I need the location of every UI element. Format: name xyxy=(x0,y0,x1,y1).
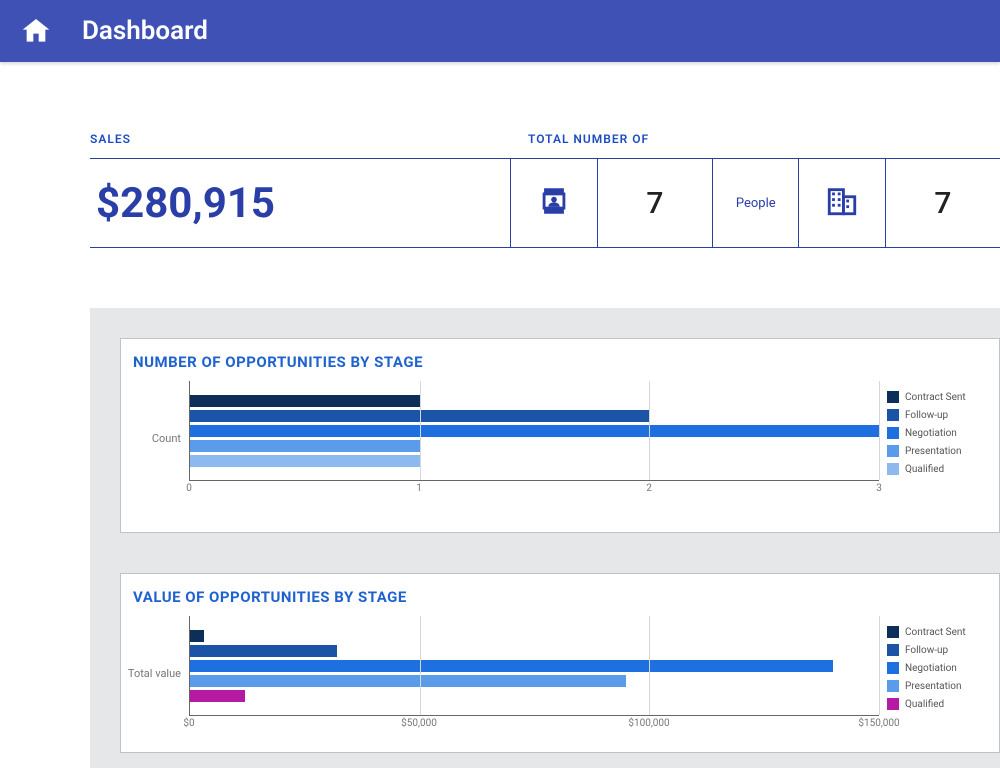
chart-title: VALUE OF OPPORTUNITIES BY STAGE xyxy=(121,588,999,616)
legend-label: Contract Sent xyxy=(905,392,966,403)
x-axis: 0 1 2 3 xyxy=(189,481,879,495)
building-icon xyxy=(825,184,859,222)
legend-label: Follow-up xyxy=(905,410,948,421)
stats-section: SALES TOTAL NUMBER OF $280,915 7 People xyxy=(0,62,1000,248)
x-tick: 1 xyxy=(416,483,422,494)
legend-swatch xyxy=(887,662,899,674)
legend-item: Negotiation xyxy=(887,427,999,439)
legend-label: Qualified xyxy=(905,699,944,710)
legend-label: Qualified xyxy=(905,464,944,475)
legend-label: Negotiation xyxy=(905,428,957,439)
companies-icon-cell xyxy=(798,159,884,247)
legend-item: Presentation xyxy=(887,445,999,457)
legend-swatch xyxy=(887,463,899,475)
chart-legend: Contract Sent Follow-up Negotiation Present… xyxy=(879,616,999,730)
bar-qualified xyxy=(190,690,245,702)
home-icon[interactable] xyxy=(20,15,52,47)
chart-opportunities-by-stage-value: VALUE OF OPPORTUNITIES BY STAGE Total va… xyxy=(120,573,1000,753)
chart-opportunities-by-stage-count: NUMBER OF OPPORTUNITIES BY STAGE Count 0… xyxy=(120,338,1000,533)
contacts-icon xyxy=(537,184,571,222)
legend-item: Qualified xyxy=(887,698,999,710)
x-tick: $50,000 xyxy=(401,718,437,729)
x-tick: 0 xyxy=(186,483,192,494)
people-icon-cell xyxy=(510,159,596,247)
chart-legend: Contract Sent Follow-up Negotiation Present… xyxy=(879,381,999,495)
legend-swatch xyxy=(887,644,899,656)
people-label: People xyxy=(712,159,798,247)
bar-presentation xyxy=(190,440,420,452)
legend-swatch xyxy=(887,445,899,457)
x-tick: $0 xyxy=(183,718,194,729)
chart-plot xyxy=(189,381,879,481)
companies-count: 7 xyxy=(885,159,1000,247)
legend-swatch xyxy=(887,698,899,710)
legend-item: Follow-up xyxy=(887,644,999,656)
people-count: 7 xyxy=(597,159,712,247)
legend-swatch xyxy=(887,409,899,421)
charts-panel: NUMBER OF OPPORTUNITIES BY STAGE Count 0… xyxy=(90,308,1000,768)
bar-follow-up xyxy=(190,410,649,422)
total-label: TOTAL NUMBER OF xyxy=(528,132,649,146)
legend-item: Follow-up xyxy=(887,409,999,421)
bar-negotiation xyxy=(190,425,879,437)
legend-label: Presentation xyxy=(905,446,962,457)
bar-qualified xyxy=(190,455,420,467)
legend-swatch xyxy=(887,427,899,439)
bar-contract-sent xyxy=(190,395,420,407)
legend-label: Follow-up xyxy=(905,645,948,656)
legend-item: Contract Sent xyxy=(887,626,999,638)
bar-presentation xyxy=(190,675,626,687)
bar-negotiation xyxy=(190,660,833,672)
legend-item: Qualified xyxy=(887,463,999,475)
legend-item: Negotiation xyxy=(887,662,999,674)
y-axis-label: Total value xyxy=(121,616,189,730)
y-axis-label: Count xyxy=(121,381,189,495)
legend-label: Presentation xyxy=(905,681,962,692)
legend-label: Contract Sent xyxy=(905,627,966,638)
legend-swatch xyxy=(887,680,899,692)
legend-swatch xyxy=(887,391,899,403)
legend-item: Contract Sent xyxy=(887,391,999,403)
bar-follow-up xyxy=(190,645,337,657)
page-title: Dashboard xyxy=(82,16,208,46)
x-axis: $0$50,000$100,000$150,000 xyxy=(189,716,879,730)
chart-plot xyxy=(189,616,879,716)
bar-contract-sent xyxy=(190,630,204,642)
legend-swatch xyxy=(887,626,899,638)
x-tick: $100,000 xyxy=(628,718,669,729)
x-tick: 2 xyxy=(646,483,652,494)
app-header: Dashboard xyxy=(0,0,1000,62)
legend-item: Presentation xyxy=(887,680,999,692)
x-tick: $150,000 xyxy=(858,718,899,729)
sales-value: $280,915 xyxy=(90,159,510,247)
legend-label: Negotiation xyxy=(905,663,957,674)
sales-label: SALES xyxy=(90,132,528,146)
chart-title: NUMBER OF OPPORTUNITIES BY STAGE xyxy=(121,353,999,381)
x-tick: 3 xyxy=(876,483,882,494)
